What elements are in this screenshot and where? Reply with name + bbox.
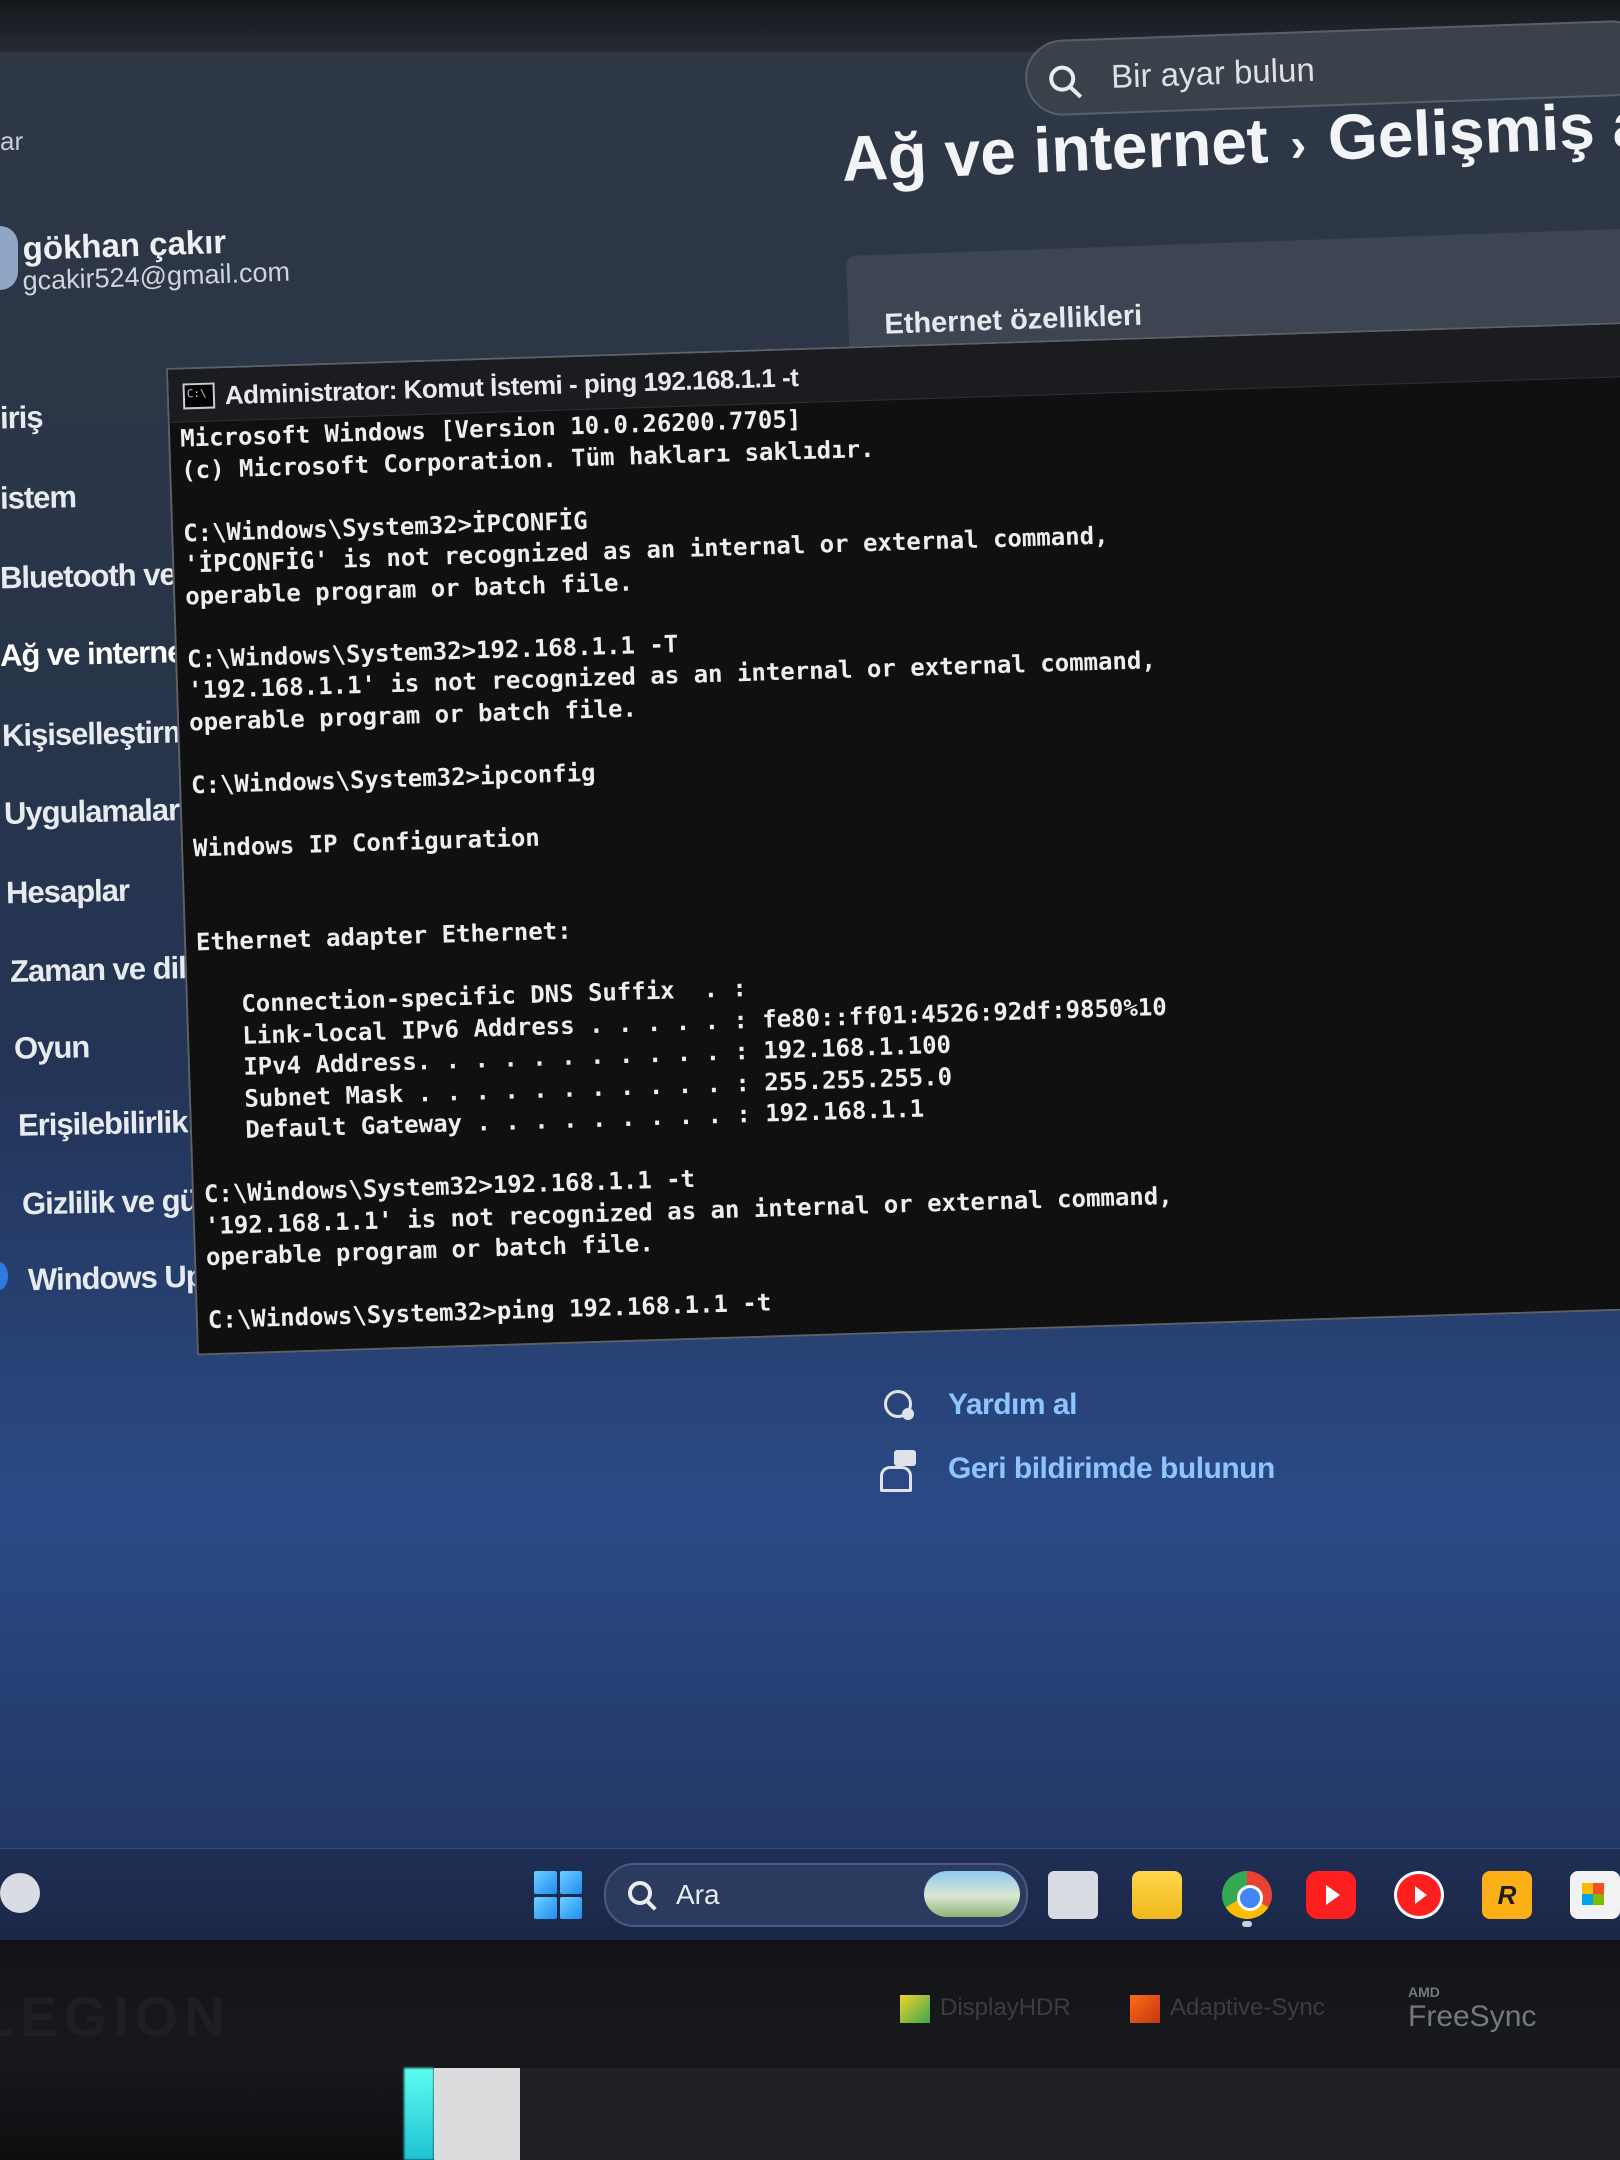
youtube-icon[interactable] <box>1306 1871 1356 1919</box>
rockstar-icon[interactable]: R <box>1482 1871 1532 1919</box>
command-prompt-window[interactable]: Administrator: Komut İstemi - ping 192.1… <box>166 320 1620 1356</box>
desk-shadow <box>520 2068 1620 2160</box>
displayhdr-label: DisplayHDR <box>940 1994 1071 2021</box>
feedback-icon <box>880 1450 918 1492</box>
windows-update-badge-icon <box>0 1262 8 1290</box>
file-explorer-icon[interactable] <box>1132 1871 1182 1919</box>
monitor-brand-logo: LEGION <box>0 1985 231 2048</box>
feedback-link[interactable]: Geri bildirimde bulunun <box>880 1450 1275 1492</box>
displayhdr-badge: DisplayHDR <box>900 1994 1071 2023</box>
start-icon[interactable] <box>534 1871 582 1919</box>
desk-light-glow <box>404 2068 434 2160</box>
ethernet-properties-title: Ethernet özellikleri <box>883 299 1143 341</box>
youtube-music-icon[interactable] <box>1394 1871 1444 1919</box>
freesync-label: FreeSync <box>1408 2000 1537 2033</box>
feedback-label: Geri bildirimde bulunun <box>948 1452 1275 1485</box>
taskbar-search-label: Ara <box>676 1879 720 1910</box>
sidebar-item-system[interactable]: istem <box>0 479 76 517</box>
sidebar-item-accessibility[interactable]: Erişilebilirlik <box>18 1104 188 1144</box>
get-help-link[interactable]: Yardım al <box>880 1386 1077 1424</box>
avatar[interactable] <box>0 226 18 290</box>
task-view-icon[interactable] <box>1048 1871 1098 1919</box>
adaptive-sync-logo-icon <box>1130 1994 1160 2023</box>
cmd-icon <box>182 382 216 410</box>
get-help-label: Yardım al <box>948 1388 1077 1421</box>
search-icon <box>628 1881 652 1905</box>
screen: Bir ayar bulun Ağ ve internet › Gelişmiş a… <box>0 0 1620 1940</box>
store-icon[interactable] <box>1570 1871 1620 1919</box>
sidebar-item-home[interactable]: iriş <box>0 400 43 437</box>
help-person-icon <box>880 1386 918 1424</box>
sidebar-item-network[interactable]: Ağ ve internet <box>0 634 193 674</box>
weather-icon[interactable] <box>0 1873 40 1913</box>
sidebar-item-gaming[interactable]: Oyun <box>14 1029 90 1067</box>
search-icon <box>1048 65 1076 93</box>
breadcrumb-parent[interactable]: Ağ ve internet <box>840 104 1269 195</box>
sidebar-item-apps[interactable]: Uygulamalar <box>4 792 180 832</box>
freesync-badge: AMD FreeSync <box>1408 1984 1536 2034</box>
taskbar-search[interactable]: Ara <box>604 1863 1028 1927</box>
chrome-icon[interactable] <box>1222 1871 1272 1919</box>
sidebar-item-time-language[interactable]: Zaman ve dil <box>10 950 187 990</box>
sidebar-header-fragment: ar <box>0 126 24 156</box>
cmd-output[interactable]: Microsoft Windows [Version 10.0.26200.77… <box>180 393 1176 1336</box>
hdr-logo-icon <box>900 1994 930 2023</box>
desk-surface <box>434 2068 520 2160</box>
sidebar-item-personalization[interactable]: Kişiselleştirme <box>2 714 207 754</box>
adaptive-sync-badge: Adaptive-Sync <box>1130 1994 1325 2023</box>
search-highlight-image <box>924 1871 1020 1917</box>
amd-logo-text: AMD <box>1408 1984 1440 2000</box>
cmd-window-title: Administrator: Komut İstemi - ping 192.1… <box>224 362 799 411</box>
sidebar-item-accounts[interactable]: Hesaplar <box>6 873 130 912</box>
chrome-running-indicator <box>1242 1921 1252 1927</box>
taskbar: Ara R <box>0 1848 1620 1940</box>
chevron-right-icon: › <box>1289 118 1308 173</box>
search-placeholder: Bir ayar bulun <box>1110 50 1316 95</box>
adaptive-sync-label: Adaptive-Sync <box>1170 1994 1325 2021</box>
